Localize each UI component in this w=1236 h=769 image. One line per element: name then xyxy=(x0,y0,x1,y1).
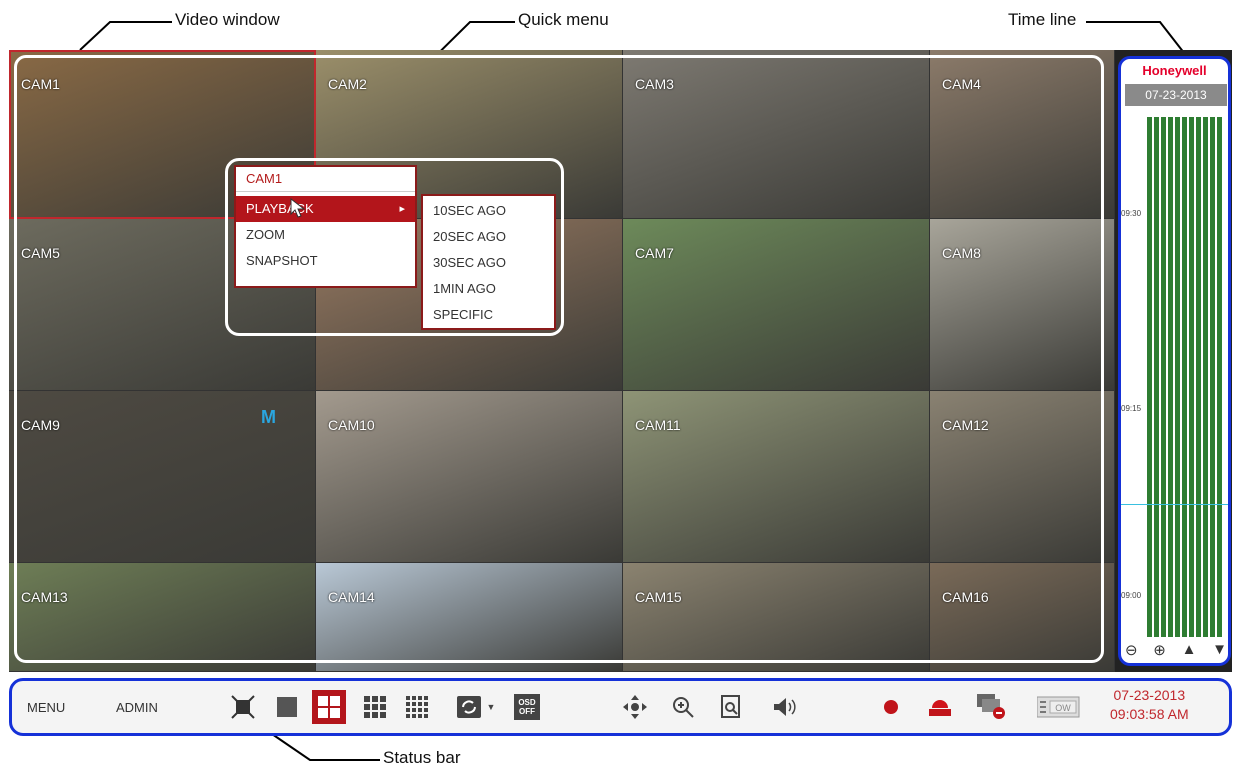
camera-tile-cam13[interactable]: CAM13 xyxy=(9,563,316,672)
camera-label: CAM11 xyxy=(635,417,681,433)
camera-label: CAM13 xyxy=(21,589,68,605)
callout-time-line: Time line xyxy=(1008,10,1077,29)
camera-tile-cam8[interactable]: CAM8 xyxy=(930,219,1115,391)
user-label[interactable]: ADMIN xyxy=(116,681,158,733)
network-status-icon[interactable] xyxy=(977,694,1007,720)
status-datetime: 07-23-2013 09:03:58 AM xyxy=(1110,686,1189,724)
camera-label: CAM16 xyxy=(942,589,989,605)
camera-tile-cam4[interactable]: CAM4 xyxy=(930,50,1115,219)
timeline-tick: 09:30 xyxy=(1121,209,1142,218)
camera-label: CAM12 xyxy=(942,417,989,433)
up-arrow-icon[interactable]: ▲ xyxy=(1182,641,1197,659)
callout-quick-menu: Quick menu xyxy=(518,10,609,29)
camera-tile-cam16[interactable]: CAM16 xyxy=(930,563,1115,672)
speaker-icon[interactable] xyxy=(772,694,798,720)
camera-label: CAM3 xyxy=(635,76,674,92)
timeline-cursor[interactable] xyxy=(1121,504,1228,505)
submenu-item-1min[interactable]: 1MIN AGO xyxy=(423,276,554,302)
camera-label: CAM14 xyxy=(328,589,375,605)
camera-label: CAM7 xyxy=(635,245,674,261)
video-window: CAM1CAM2CAM3CAM4CAM5CAM6CAM7CAM8CAM9MCAM… xyxy=(9,50,1115,672)
menu-item-playback[interactable]: PLAYBACK xyxy=(236,196,415,222)
quick-menu-header: CAM1 xyxy=(236,167,415,192)
callout-status-bar: Status bar xyxy=(383,748,461,767)
honeywell-logo: Honeywell xyxy=(1142,63,1207,78)
camera-tile-cam10[interactable]: CAM10 xyxy=(316,391,623,563)
quad-view-icon[interactable] xyxy=(312,690,346,724)
sequence-icon[interactable] xyxy=(456,694,482,720)
osd-state: OFF xyxy=(519,707,535,716)
camera-tile-cam15[interactable]: CAM15 xyxy=(623,563,930,672)
nine-view-icon[interactable] xyxy=(362,694,388,720)
zoom-out-icon[interactable]: ⊖ xyxy=(1125,641,1138,659)
camera-label: CAM4 xyxy=(942,76,981,92)
camera-tile-cam7[interactable]: CAM7 xyxy=(623,219,930,391)
submenu-item-20sec[interactable]: 20SEC AGO xyxy=(423,224,554,250)
callout-video-window: Video window xyxy=(175,10,280,29)
camera-label: CAM8 xyxy=(942,245,981,261)
camera-tile-cam14[interactable]: CAM14 xyxy=(316,563,623,672)
camera-label: CAM5 xyxy=(21,245,60,261)
camera-label: CAM9 xyxy=(21,417,60,433)
status-date: 07-23-2013 xyxy=(1113,687,1186,703)
camera-tile-cam12[interactable]: CAM12 xyxy=(930,391,1115,563)
camera-tile-cam9[interactable]: CAM9 M xyxy=(9,391,316,563)
alarm-icon[interactable] xyxy=(927,694,953,720)
menu-item-zoom[interactable]: ZOOM xyxy=(236,222,415,248)
timeline-controls: ⊖ ⊕ ▲ ▼ xyxy=(1125,641,1227,659)
quick-menu: CAM1 PLAYBACK ZOOM SNAPSHOT xyxy=(234,165,417,288)
camera-label: CAM15 xyxy=(635,589,682,605)
mouse-pointer-icon xyxy=(290,198,306,218)
status-time: 09:03:58 AM xyxy=(1110,706,1189,722)
menu-item-snapshot[interactable]: SNAPSHOT xyxy=(236,248,415,274)
submenu-item-30sec[interactable]: 30SEC AGO xyxy=(423,250,554,276)
down-arrow-icon[interactable]: ▼ xyxy=(1212,641,1227,659)
sixteen-view-icon[interactable] xyxy=(404,694,430,720)
camera-tile-cam11[interactable]: CAM11 xyxy=(623,391,930,563)
motion-badge: M xyxy=(261,407,276,427)
chevron-down-icon[interactable]: ▼ xyxy=(484,694,498,720)
menu-button[interactable]: MENU xyxy=(27,681,65,733)
single-view-icon[interactable] xyxy=(274,694,300,720)
zoom-in-icon[interactable]: ⊕ xyxy=(1153,641,1166,659)
camera-label: CAM10 xyxy=(328,417,375,433)
search-playback-icon[interactable] xyxy=(718,694,744,720)
playback-submenu: 10SEC AGO 20SEC AGO 30SEC AGO 1MIN AGO S… xyxy=(421,194,556,330)
camera-tile-cam3[interactable]: CAM3 xyxy=(623,50,930,219)
zoom-in-icon[interactable] xyxy=(670,694,696,720)
camera-label: CAM2 xyxy=(328,76,367,92)
timeline-tick: 09:15 xyxy=(1121,404,1142,413)
svg-text:OW: OW xyxy=(1055,703,1071,713)
camera-label: CAM1 xyxy=(21,76,60,92)
osd-toggle-button[interactable]: OSD OFF xyxy=(514,694,540,720)
record-icon[interactable] xyxy=(878,694,904,720)
timeline-date: 07-23-2013 xyxy=(1125,84,1227,106)
submenu-item-10sec[interactable]: 10SEC AGO xyxy=(423,198,554,224)
status-bar: MENU ADMIN ▼ OSD OFF OW 07-23-2013 09:03… xyxy=(9,678,1232,736)
timeline-panel[interactable]: Honeywell 07-23-2013 09:30 09:15 09:00 ⊖… xyxy=(1118,56,1231,666)
overwrite-status-icon[interactable]: OW xyxy=(1037,694,1081,720)
fullscreen-icon[interactable] xyxy=(230,694,256,720)
timeline-tick: 09:00 xyxy=(1121,591,1142,600)
timeline-record-bars[interactable] xyxy=(1147,117,1223,637)
ptz-move-icon[interactable] xyxy=(622,694,648,720)
submenu-item-specific[interactable]: SPECIFIC xyxy=(423,302,554,328)
dvr-monitor: CAM1CAM2CAM3CAM4CAM5CAM6CAM7CAM8CAM9MCAM… xyxy=(9,50,1232,672)
osd-label: OSD xyxy=(518,698,536,707)
